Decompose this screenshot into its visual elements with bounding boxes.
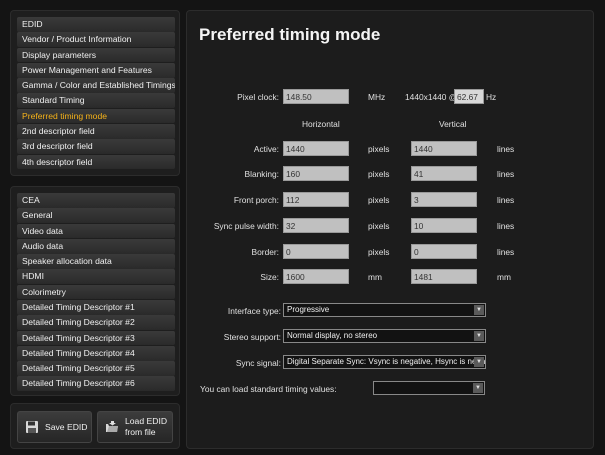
size-label: Size: [260, 272, 279, 282]
edid-menu-item-4th-descriptor-field[interactable]: 4th descriptor field [17, 154, 175, 170]
front-porch-horizontal-unit: pixels [368, 195, 390, 205]
edid-menu-item-2nd-descriptor-field[interactable]: 2nd descriptor field [17, 123, 175, 139]
load-edid-button[interactable]: Load EDID from file [97, 411, 173, 443]
front-porch-horizontal-field[interactable]: 112 [283, 192, 349, 207]
interface-type-value: Progressive [287, 305, 330, 314]
cea-menu-item-detailed-timing-descriptor-2[interactable]: Detailed Timing Descriptor #2 [17, 315, 175, 330]
cea-menu-item-detailed-timing-descriptor-6[interactable]: Detailed Timing Descriptor #6 [17, 376, 175, 392]
front-porch-vertical-field[interactable]: 3 [411, 192, 477, 207]
size-vertical-unit: mm [497, 272, 511, 282]
load-edid-label-line1: Load EDID [125, 416, 168, 426]
refresh-rate-unit: Hz [486, 92, 497, 102]
cea-menu-item-colorimetry[interactable]: Colorimetry [17, 284, 175, 300]
standard-timing-select[interactable]: ▼ [373, 381, 485, 395]
border-label: Border: [251, 247, 279, 257]
cea-menu-item-video-data[interactable]: Video data [17, 223, 175, 239]
chevron-down-icon: ▼ [474, 305, 484, 315]
horizontal-header: Horizontal [302, 119, 340, 129]
sync-signal-select[interactable]: Digital Separate Sync: Vsync is negative… [283, 355, 486, 369]
chevron-down-icon: ▼ [474, 331, 484, 341]
edid-menu-item-3rd-descriptor-field[interactable]: 3rd descriptor field [17, 139, 175, 154]
save-edid-button[interactable]: Save EDID [17, 411, 92, 443]
size-horizontal-unit: mm [368, 272, 382, 282]
resolution-text: 1440x1440 @ [405, 92, 458, 102]
cea-menu-item-detailed-timing-descriptor-5[interactable]: Detailed Timing Descriptor #5 [17, 361, 175, 376]
sync-pulse-width-vertical-unit: lines [497, 221, 515, 231]
vertical-header: Vertical [439, 119, 467, 129]
cea-menu-item-detailed-timing-descriptor-1[interactable]: Detailed Timing Descriptor #1 [17, 299, 175, 315]
size-vertical-field[interactable]: 1481 [411, 269, 477, 284]
cea-menu-item-speaker-allocation-data[interactable]: Speaker allocation data [17, 254, 175, 269]
load-edid-label: Load EDID from file [125, 416, 167, 438]
sync-pulse-width-vertical-field[interactable]: 10 [411, 218, 477, 233]
stereo-support-label: Stereo support: [223, 332, 281, 342]
size-horizontal-field[interactable]: 1600 [283, 269, 349, 284]
blanking-label: Blanking: [244, 169, 279, 179]
save-edid-label: Save EDID [45, 421, 88, 432]
cea-menu-item-hdmi[interactable]: HDMI [17, 269, 175, 285]
border-horizontal-field[interactable]: 0 [283, 244, 349, 259]
cea-menu-item-detailed-timing-descriptor-3[interactable]: Detailed Timing Descriptor #3 [17, 330, 175, 346]
interface-type-label: Interface type: [227, 306, 281, 316]
sync-signal-label: Sync signal: [235, 358, 281, 368]
edid-menu-list: EDID Vendor / Product Information Display … [17, 17, 175, 170]
action-buttons-panel: Save EDID Load EDID from file [10, 403, 180, 449]
pixel-clock-unit: MHz [368, 92, 386, 102]
edid-menu-item-vendor-product-information[interactable]: Vendor / Product Information [17, 32, 175, 47]
front-porch-label: Front porch: [233, 195, 279, 205]
cea-menu-panel: CEA General Video data Audio data Speaker al… [10, 186, 180, 396]
edid-menu-item-preferred-timing-mode[interactable]: Preferred timing mode [17, 108, 175, 124]
pixel-clock-field[interactable]: 148.50 [283, 89, 349, 104]
preferred-timing-panel: Preferred timing mode Pixel clock: 148.5… [186, 10, 594, 449]
edid-menu-item-standard-timing[interactable]: Standard Timing [17, 93, 175, 109]
cea-menu-item-cea[interactable]: CEA [17, 193, 175, 208]
active-label: Active: [253, 144, 279, 154]
edid-menu-panel: EDID Vendor / Product Information Display … [10, 10, 180, 176]
active-vertical-field[interactable]: 1440 [411, 141, 477, 156]
edid-menu-item-display-parameters[interactable]: Display parameters [17, 47, 175, 63]
chevron-down-icon: ▼ [473, 383, 483, 393]
stereo-support-select[interactable]: Normal display, no stereo ▼ [283, 329, 486, 343]
active-horizontal-field[interactable]: 1440 [283, 141, 349, 156]
chevron-down-icon: ▼ [474, 357, 484, 367]
active-vertical-unit: lines [497, 144, 515, 154]
sync-pulse-width-horizontal-unit: pixels [368, 221, 390, 231]
blanking-horizontal-field[interactable]: 160 [283, 166, 349, 181]
folder-open-icon [106, 421, 118, 432]
border-vertical-field[interactable]: 0 [411, 244, 477, 259]
blanking-horizontal-unit: pixels [368, 169, 390, 179]
pixel-clock-label: Pixel clock: [237, 92, 279, 102]
edid-menu-item-power-management-and-features[interactable]: Power Management and Features [17, 62, 175, 78]
refresh-rate-field[interactable]: 62.67 [454, 89, 484, 104]
sync-pulse-width-label: Sync pulse width: [213, 221, 279, 231]
blanking-vertical-field[interactable]: 41 [411, 166, 477, 181]
border-vertical-unit: lines [497, 247, 515, 257]
front-porch-vertical-unit: lines [497, 195, 515, 205]
cea-menu-list: CEA General Video data Audio data Speaker al… [17, 193, 175, 392]
active-horizontal-unit: pixels [368, 144, 390, 154]
standard-timing-label: You can load standard timing values: [200, 384, 337, 394]
cea-menu-item-audio-data[interactable]: Audio data [17, 238, 175, 254]
cea-menu-item-general[interactable]: General [17, 208, 175, 223]
edid-menu-item-gamma-color-and-established-timings[interactable]: Gamma / Color and Established Timings [17, 78, 175, 93]
page-title: Preferred timing mode [199, 25, 381, 44]
border-horizontal-unit: pixels [368, 247, 390, 257]
edid-menu-item-edid[interactable]: EDID [17, 17, 175, 32]
interface-type-select[interactable]: Progressive ▼ [283, 303, 486, 317]
floppy-disk-icon [26, 421, 38, 433]
blanking-vertical-unit: lines [497, 169, 515, 179]
load-edid-label-line2: from file [125, 427, 156, 437]
cea-menu-item-detailed-timing-descriptor-4[interactable]: Detailed Timing Descriptor #4 [17, 345, 175, 361]
sync-pulse-width-horizontal-field[interactable]: 32 [283, 218, 349, 233]
stereo-support-value: Normal display, no stereo [287, 331, 378, 340]
sync-signal-value: Digital Separate Sync: Vsync is negative… [287, 357, 486, 366]
